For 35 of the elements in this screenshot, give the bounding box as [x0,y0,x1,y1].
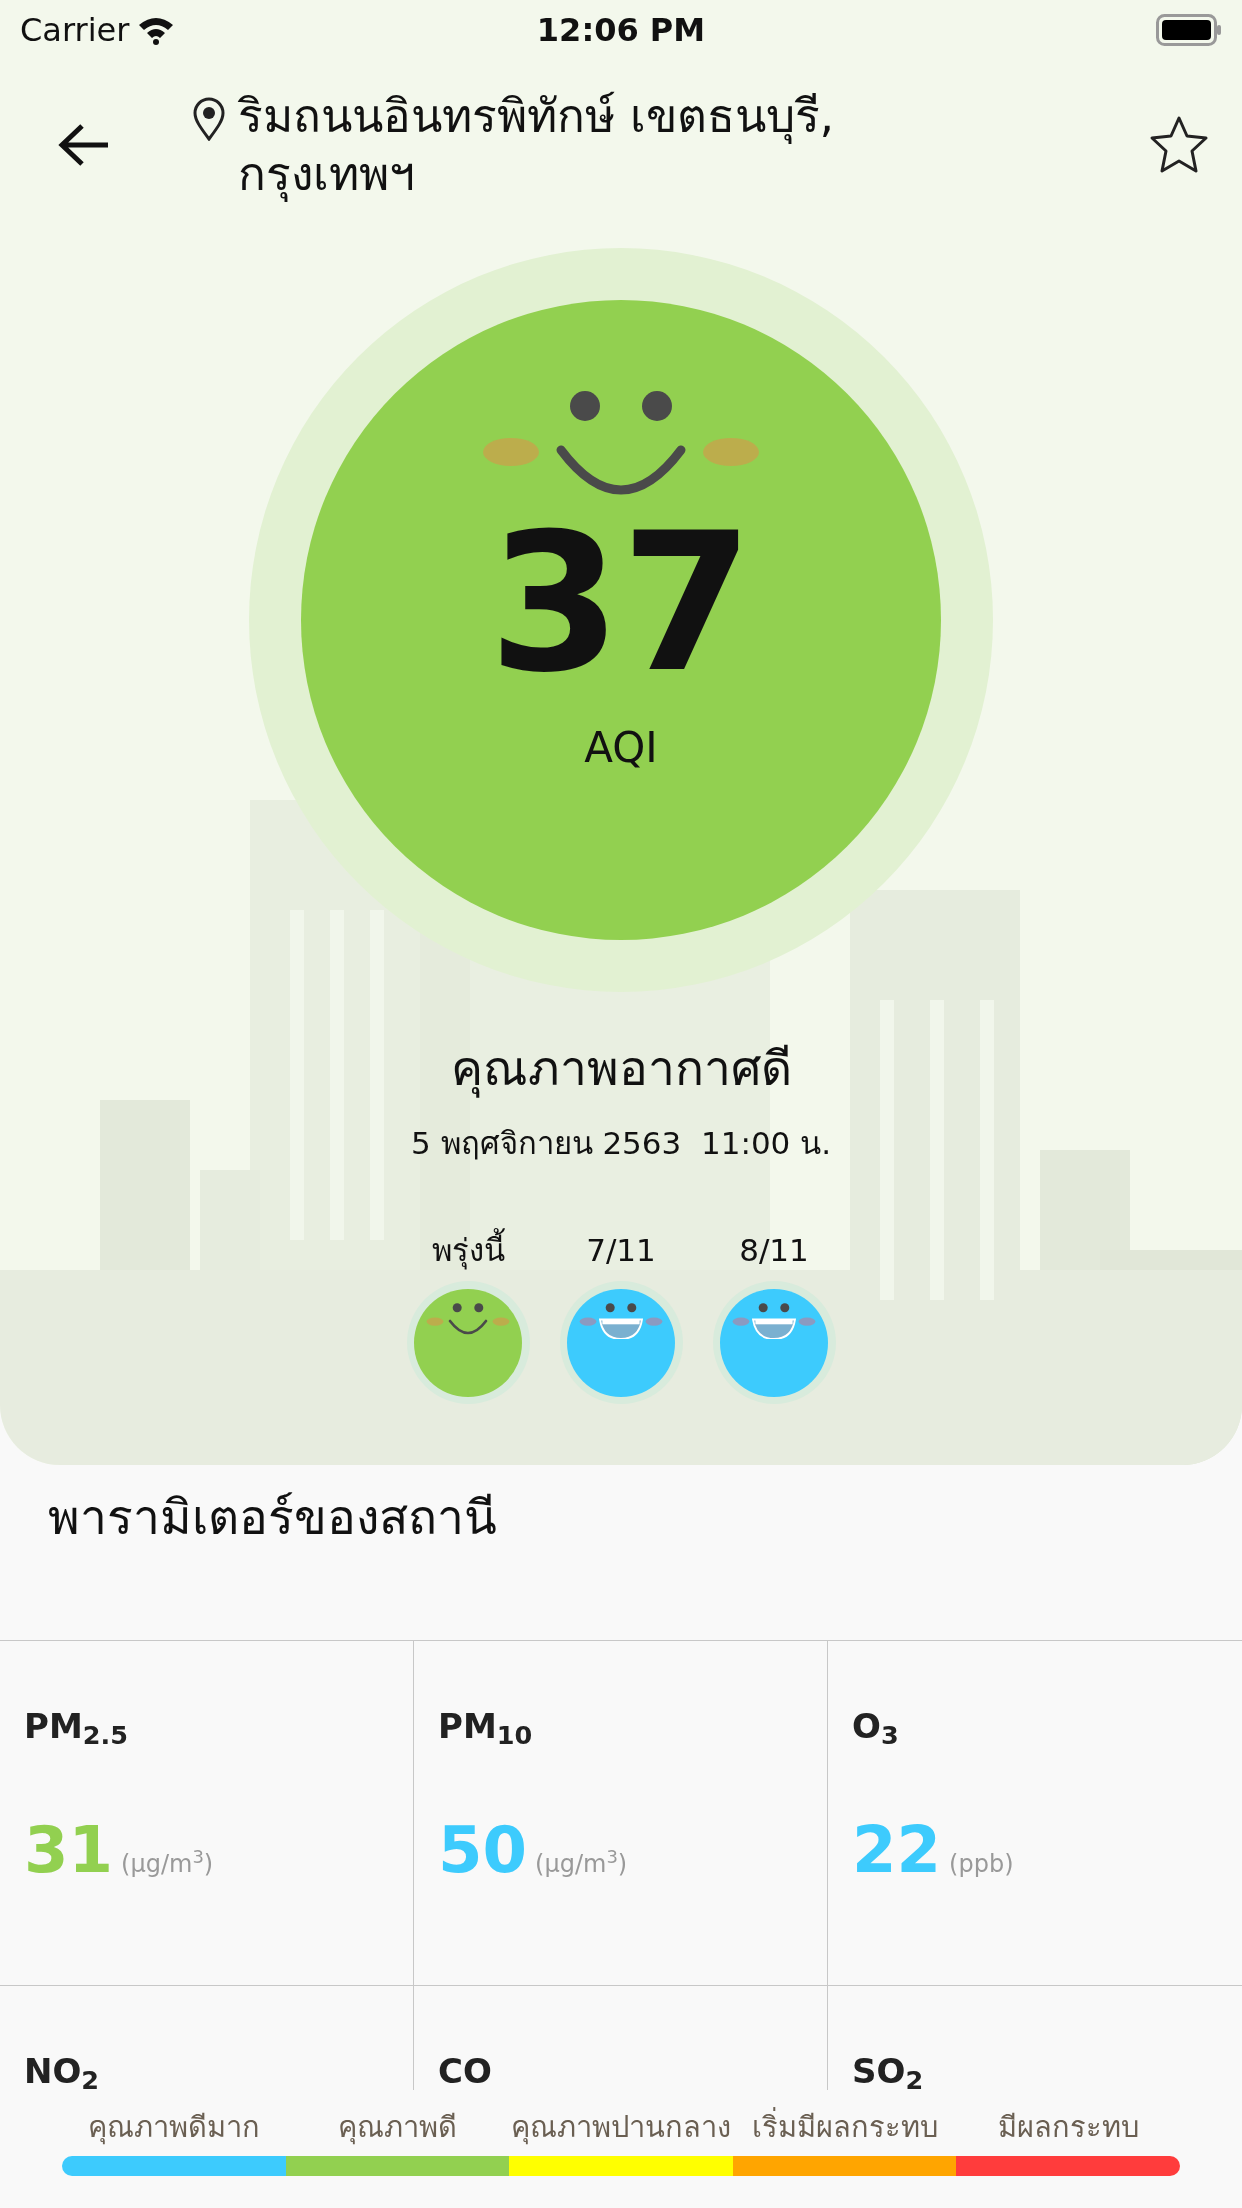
unit-label: (µg/m$^{3}$) [535,1846,628,1880]
pollutant-name: O$_{3}$ [852,1705,900,1752]
pollutant-name: PM$_{2.5}$ [24,1705,129,1752]
pollutant-value: 50 [438,1812,528,1889]
pollutant-name: SO$_{2}$ [852,2050,925,2097]
location-title: ริมถนนอินทรพิทักษ์ เขตธนบุรี, กรุงเทพฯ [238,88,836,203]
battery-icon [1156,14,1222,46]
star-icon [1148,115,1210,175]
legend-label: คุณภาพดี [336,2109,458,2147]
measurement-time: 5 พฤศจิกายน 2563 11:00 น. [410,1124,832,1163]
grinning-face-icon [732,1302,816,1339]
wifi-icon [137,15,176,45]
legend-label: มีผลกระทบ [996,2109,1140,2146]
grinning-face-icon [579,1302,663,1339]
carrier-label: Carrier [20,10,130,51]
pollutant-value: 22 [852,1812,942,1889]
clock-time: 12:06 PM [536,10,706,51]
pollutant-name: NO$_{2}$ [24,2050,101,2097]
back-arrow-icon [58,123,110,167]
unit-label: (ppb) [949,1849,1014,1880]
pollutant-name: PM$_{10}$ [438,1705,534,1752]
aqi-value: 37 [488,504,754,704]
unit-label: (µg/m$^{3}$) [121,1846,214,1880]
forecast-day: พรุ่งนี้ [431,1226,505,1273]
location-pin-icon [192,97,226,141]
air-quality-status: คุณภาพอากาศดี [450,1039,792,1100]
legend-label: คุณภาพปานกลาง [510,2109,732,2147]
pollutant-value: 31 [24,1812,114,1889]
legend-label: คุณภาพดีมาก [86,2109,261,2147]
aqi-label: AQI [584,722,658,774]
forecast-day: 8/11 [739,1226,809,1273]
legend-label: เริ่มมีผลกระทบ [732,2106,957,2150]
forecast-day: 7/11 [586,1226,656,1273]
pollutant-name: CO [438,2050,493,2093]
section-title: พารามิเตอร์ของสถานี [47,1488,498,1547]
